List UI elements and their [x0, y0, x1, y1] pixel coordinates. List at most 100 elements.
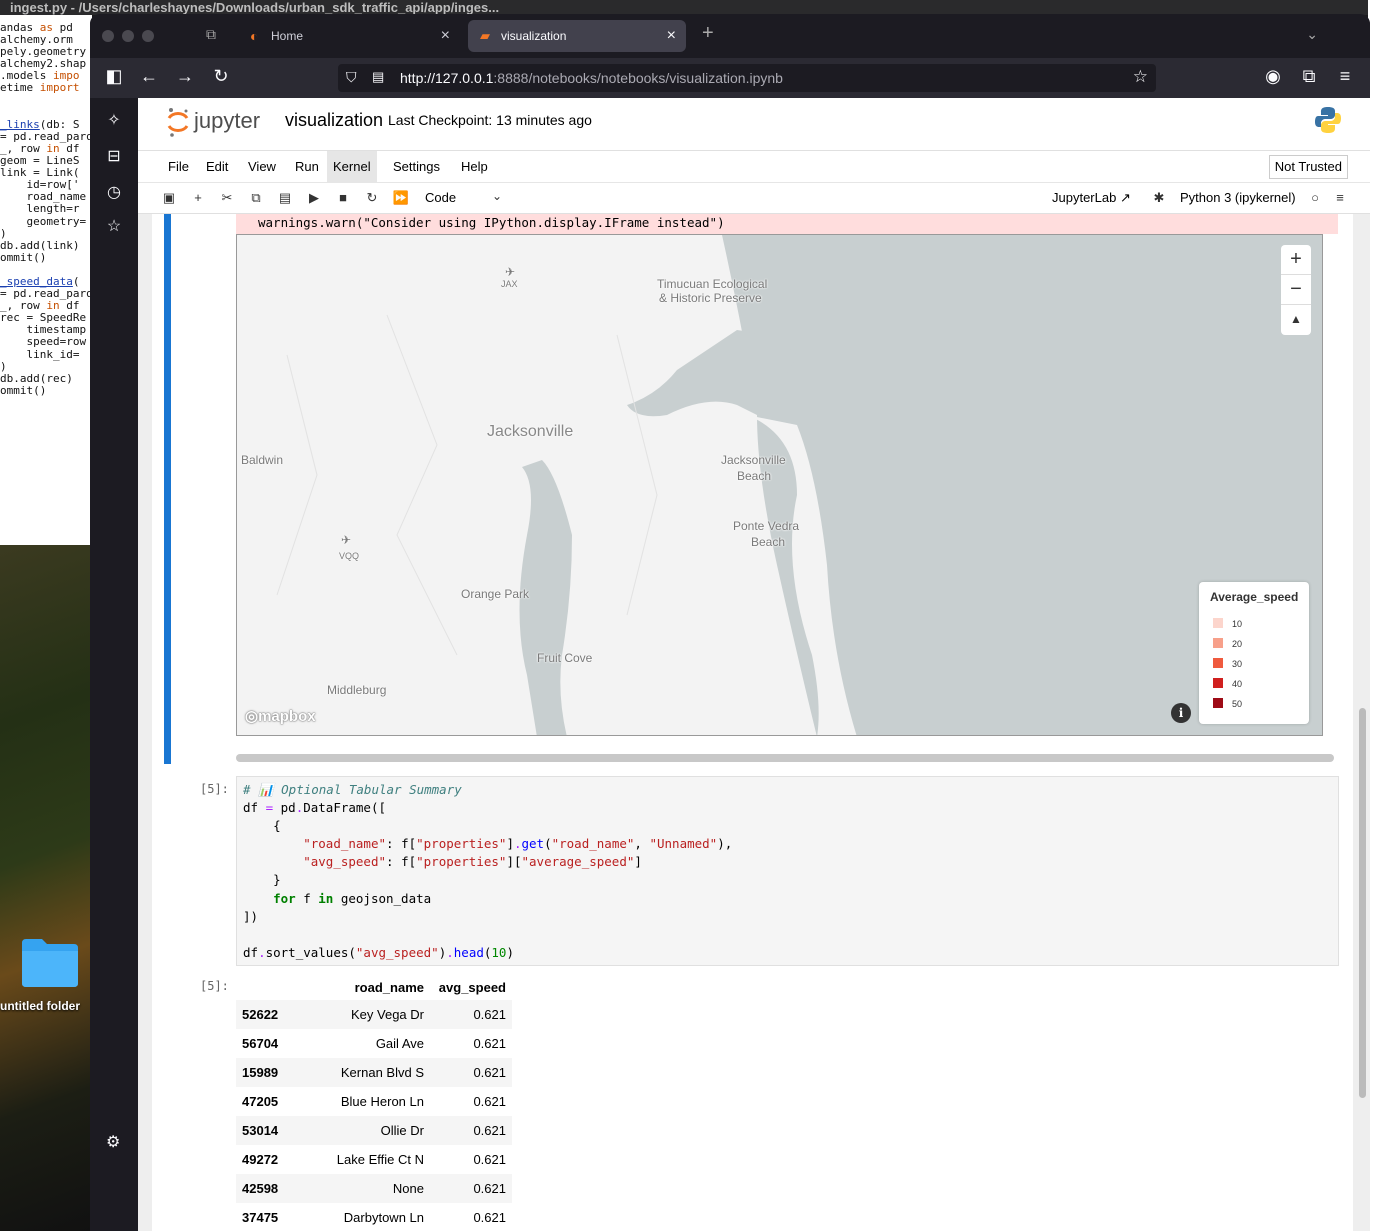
kernel-name[interactable]: Python 3 (ipykernel): [1180, 190, 1296, 205]
copy-icon[interactable]: ⧉: [247, 190, 265, 206]
jupyterlab-link[interactable]: JupyterLab ↗: [1052, 190, 1131, 206]
run-icon[interactable]: ▶: [305, 190, 323, 206]
row-index: 15989: [242, 1065, 279, 1080]
restart-icon[interactable]: ↻: [363, 190, 381, 206]
column-header-avg-speed: avg_speed: [438, 979, 506, 995]
history-icon[interactable]: ◷: [104, 182, 124, 202]
reload-icon[interactable]: ↻: [209, 66, 233, 87]
desktop-folder-label[interactable]: untitled folder: [0, 999, 92, 1013]
cell-type-select[interactable]: Code: [425, 190, 456, 205]
navigation-bar: ◧ ← → ↻ ⛉ ▤ http://127.0.0.1:8888/notebo…: [90, 58, 1370, 98]
attribution-info-button[interactable]: i: [1171, 703, 1191, 723]
menu-settings[interactable]: Settings: [387, 151, 446, 183]
folder-icon[interactable]: [20, 935, 80, 987]
road-name-cell: Darbytown Ln: [343, 1210, 424, 1225]
window-zoom-button[interactable]: [142, 30, 154, 42]
bookmarks-icon[interactable]: ☆: [104, 216, 124, 236]
background-code-line: link_id=: [0, 347, 80, 361]
avg-speed-cell: 0.621: [473, 1152, 506, 1167]
road-name-cell: Key Vega Dr: [351, 1007, 424, 1022]
account-icon[interactable]: ◉: [1261, 66, 1285, 87]
table-row: 49272 Lake Effie Ct N 0.621: [236, 1145, 512, 1174]
jupyter-header: jupyter visualization Last Checkpoint: 1…: [138, 98, 1370, 150]
tab-visualization[interactable]: ▰ visualization ×: [468, 20, 686, 52]
tab-label: Home: [271, 29, 304, 43]
background-code-body: andas as pd alchemy.orm pely.geometry al…: [0, 21, 92, 397]
save-icon[interactable]: ▣: [160, 190, 178, 206]
map-label: Ponte Vedra: [733, 519, 800, 533]
zoom-in-button[interactable]: +: [1281, 245, 1311, 275]
tab-close-icon[interactable]: ×: [441, 20, 450, 52]
legend-item: 40: [1210, 678, 1309, 698]
browser-sidebar: ✧ ⊟ ◷ ☆: [90, 98, 138, 1231]
ai-sparkle-icon[interactable]: ✧: [104, 110, 124, 130]
background-code-line: = pd.read_parq: [0, 287, 92, 301]
cut-icon[interactable]: ✂: [218, 190, 236, 206]
notebook-title[interactable]: visualization: [285, 110, 383, 131]
window-close-button[interactable]: [102, 30, 114, 42]
column-header-road-name: road_name: [354, 979, 424, 995]
fast-forward-icon[interactable]: ⏩: [392, 190, 410, 206]
sidebar-toggle-icon[interactable]: ◧: [102, 66, 126, 87]
debugger-bug-icon[interactable]: ✱: [1150, 190, 1168, 206]
tab-manager-icon[interactable]: ⧉: [206, 26, 216, 43]
shield-icon[interactable]: ⛉: [346, 69, 357, 86]
paste-icon[interactable]: ▤: [276, 190, 294, 206]
tab-home[interactable]: ◐ Home ×: [238, 20, 460, 52]
window-minimize-button[interactable]: [122, 30, 134, 42]
trust-indicator[interactable]: Not Trusted: [1268, 155, 1348, 179]
airport-icon: ✈: [341, 533, 352, 547]
compass-button[interactable]: ▲: [1281, 305, 1311, 335]
settings-gear-icon[interactable]: ⚙: [106, 1132, 120, 1152]
new-tab-button[interactable]: +: [702, 22, 714, 45]
code-text[interactable]: # 📊 Optional Tabular Summary df = pd.Dat…: [243, 781, 732, 962]
avg-speed-cell: 0.621: [473, 1036, 506, 1051]
notebook-vertical-scrollbar[interactable]: [1359, 708, 1366, 1098]
legend-label: 20: [1232, 639, 1243, 649]
back-icon[interactable]: ←: [137, 66, 161, 87]
background-code-line: etime import: [0, 81, 80, 95]
chevron-down-icon[interactable]: ⌄: [1306, 26, 1318, 43]
last-checkpoint: Last Checkpoint: 13 minutes ago: [388, 112, 592, 128]
menu-icon[interactable]: ≡: [1333, 66, 1357, 87]
map-legend: Average_speed 10 20 30 40 50: [1199, 582, 1309, 724]
chevron-down-icon[interactable]: ⌄: [492, 189, 502, 203]
airport-icon: ✈: [505, 265, 516, 279]
toolbar-menu-icon[interactable]: ≡: [1331, 190, 1349, 205]
background-code-line: alchemy2.shap: [0, 57, 87, 71]
map-label: Jacksonville: [721, 453, 786, 467]
output-horizontal-scrollbar[interactable]: [236, 754, 1334, 762]
menu-run[interactable]: Run: [289, 151, 325, 183]
output-prompt: [5]:: [200, 979, 229, 993]
map-label: Baldwin: [241, 453, 284, 467]
map-label: Beach: [751, 535, 786, 549]
url-bar[interactable]: ⛉ ▤ http://127.0.0.1:8888/notebooks/note…: [338, 64, 1156, 92]
legend-label: 30: [1232, 659, 1243, 669]
menu-view[interactable]: View: [242, 151, 282, 183]
menu-kernel[interactable]: Kernel: [327, 151, 377, 183]
code-cell-editor[interactable]: # 📊 Optional Tabular Summary df = pd.Dat…: [236, 776, 1339, 966]
background-code-line: geometry=: [0, 214, 87, 228]
forward-icon[interactable]: →: [173, 66, 197, 87]
map-canvas[interactable]: [237, 235, 1323, 736]
url-text[interactable]: http://127.0.0.1:8888/notebooks/notebook…: [400, 64, 783, 92]
synced-tabs-icon[interactable]: ⊟: [104, 146, 124, 166]
page-info-icon[interactable]: ▤: [372, 69, 384, 85]
road-name-cell: Ollie Dr: [380, 1123, 424, 1138]
stop-icon[interactable]: ■: [334, 190, 352, 205]
bookmark-star-icon[interactable]: ☆: [1133, 67, 1148, 87]
add-cell-icon[interactable]: +: [189, 190, 207, 205]
background-code: andas as pd alchemy.orm pely.geometry al…: [0, 21, 92, 397]
menu-file[interactable]: File: [162, 151, 195, 183]
jupyter-logo[interactable]: jupyter: [166, 106, 276, 138]
avg-speed-cell: 0.621: [473, 1210, 506, 1225]
legend-title: Average_speed: [1210, 590, 1299, 604]
mapbox-logo[interactable]: ◎mapbox: [245, 707, 316, 725]
zoom-out-button[interactable]: −: [1281, 275, 1311, 305]
menu-edit[interactable]: Edit: [200, 151, 234, 183]
extensions-icon[interactable]: ⧉: [1297, 66, 1321, 87]
tab-close-icon[interactable]: ×: [667, 20, 676, 52]
map-label: Middleburg: [327, 683, 387, 697]
map-output[interactable]: Timucuan Ecological & Historic Preserve …: [236, 234, 1323, 736]
menu-help[interactable]: Help: [455, 151, 494, 183]
